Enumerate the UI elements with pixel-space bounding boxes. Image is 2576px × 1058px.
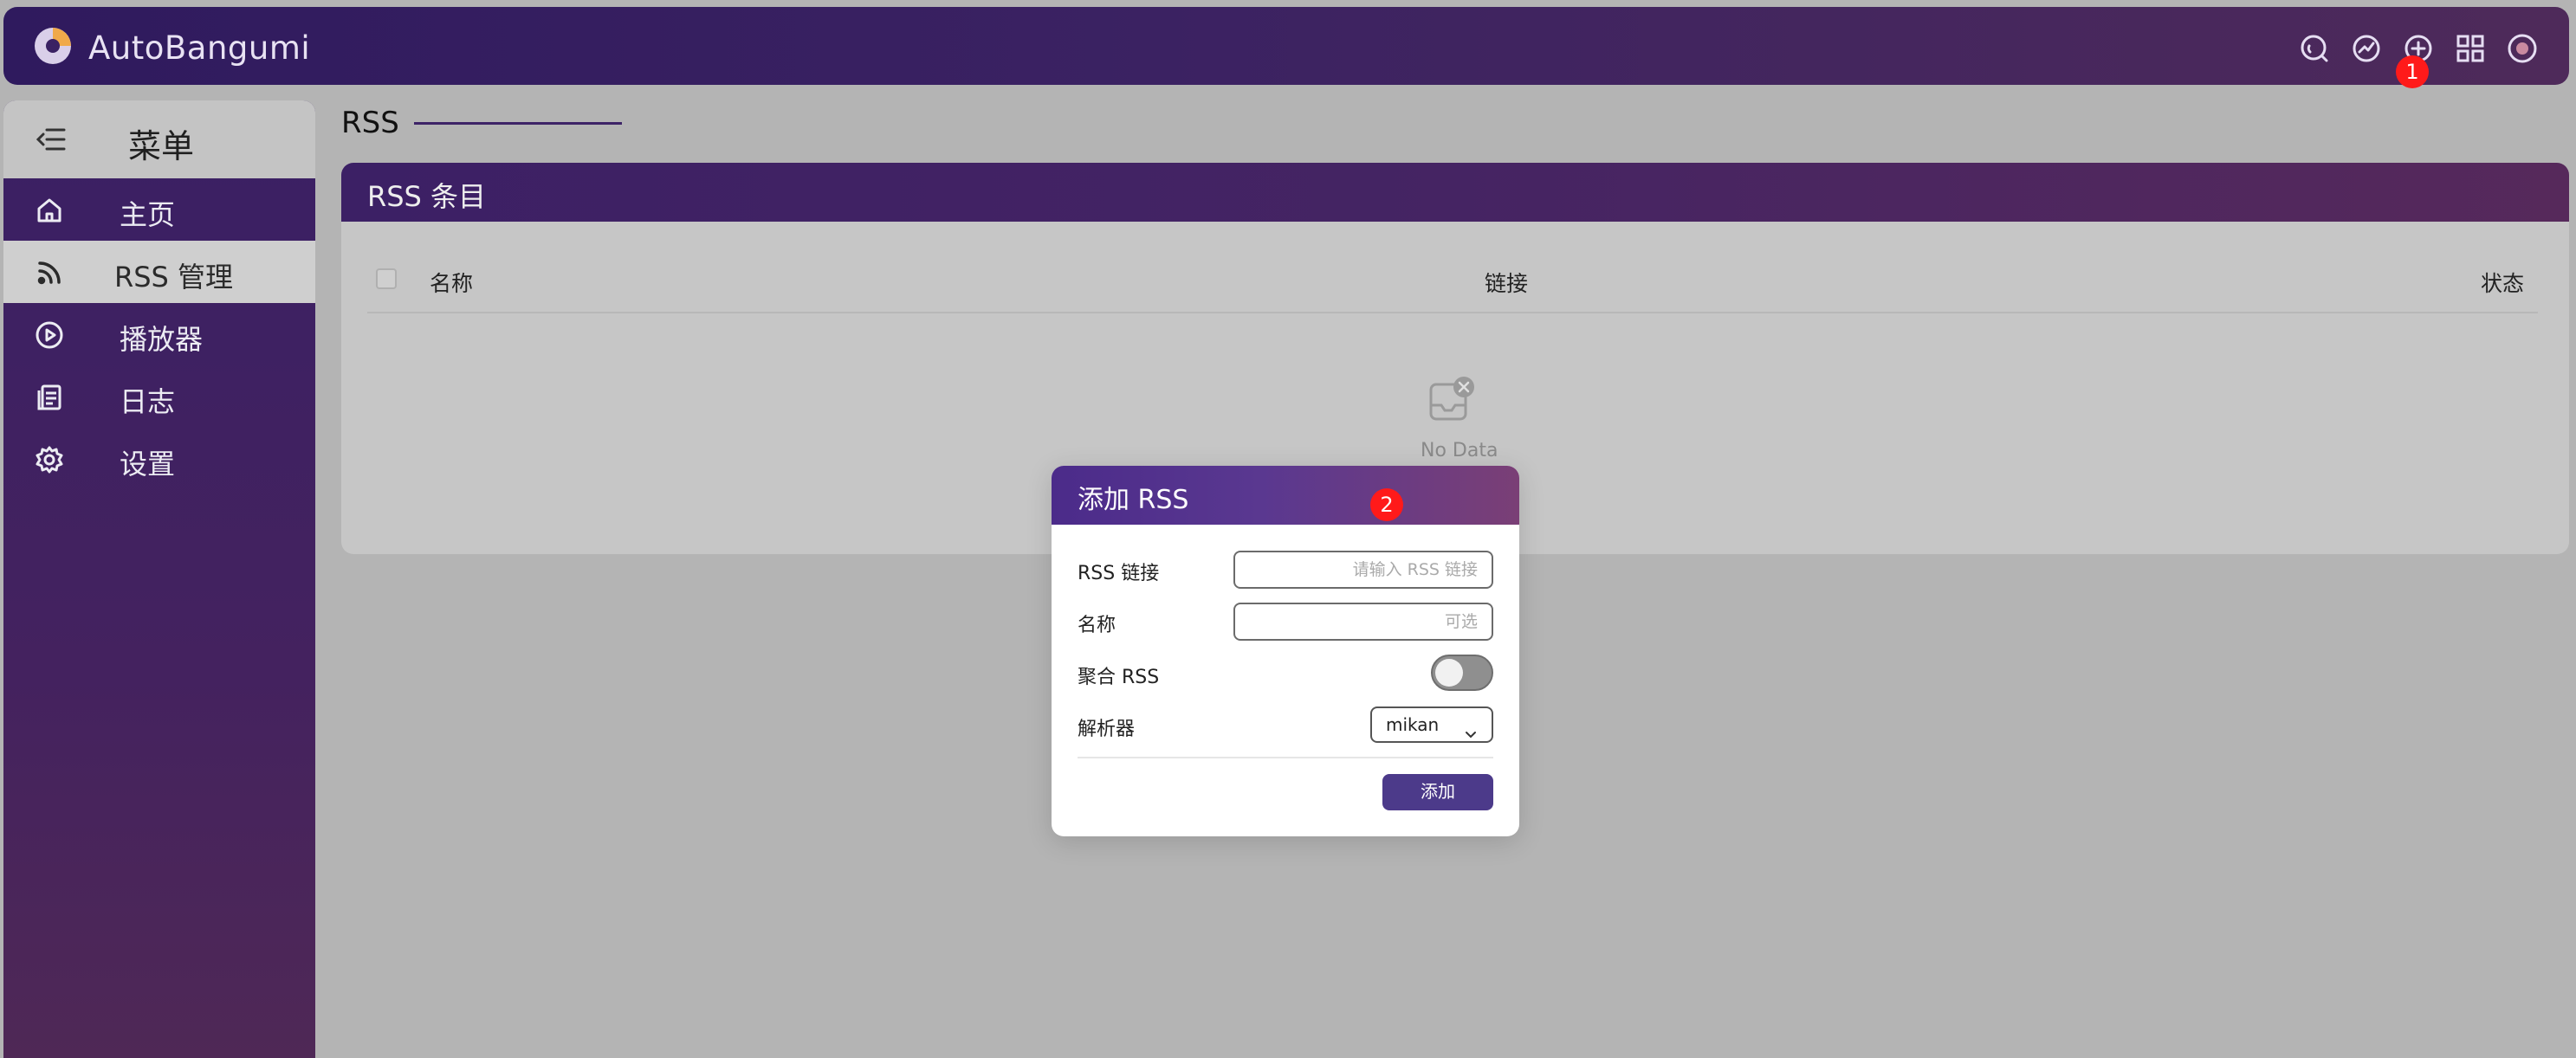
parser-row: 解析器 mikan [1078,706,1493,750]
parser-value: mikan [1386,714,1440,735]
sidebar-item-log[interactable]: 日志 [3,365,315,428]
empty-text: No Data [1421,440,1498,461]
modal-divider [1078,757,1493,758]
sidebar-item-label: RSS 管理 [114,261,234,294]
modal-header: 添加 RSS [1052,466,1519,525]
grid-icon[interactable] [2455,33,2486,64]
name-row: 名称 可选 [1078,603,1493,646]
select-all-checkbox[interactable] [376,268,397,289]
sidebar-item-label: 日志 [120,385,176,418]
log-icon [35,383,64,412]
column-link: 链接 [1485,271,1529,296]
sidebar-item-home[interactable]: 主页 [3,178,315,241]
play-icon [35,320,64,350]
search-icon[interactable] [2299,33,2330,64]
aggregate-toggle[interactable] [1431,655,1493,691]
brand-name: AutoBangumi [88,29,311,67]
gear-icon [35,445,64,474]
column-status: 状态 [2481,271,2525,296]
column-name: 名称 [430,271,474,296]
empty-inbox-icon [1427,376,1476,424]
parser-select[interactable]: mikan [1370,706,1493,743]
step-badge-2: 2 [1370,488,1403,521]
add-button[interactable]: 添加 [1382,774,1493,810]
modal-title: 添加 RSS [1078,485,1189,515]
rss-link-label: RSS 链接 [1078,563,1160,584]
menu-title: 菜单 [128,127,195,165]
sidebar: 菜单 主页 RSS 管理 播放器 日志 设置 [3,100,315,1058]
sidebar-item-label: 播放器 [120,323,204,356]
title-underline [414,122,622,125]
menu-header: 菜单 [3,100,315,178]
rss-link-input[interactable]: 请输入 RSS 链接 [1233,551,1493,589]
sidebar-item-label: 主页 [120,198,176,231]
name-label: 名称 [1078,615,1116,636]
step-badge-1: 1 [2396,55,2429,88]
sidebar-item-label: 设置 [120,448,176,481]
sidebar-item-settings[interactable]: 设置 [3,428,315,490]
chevron-down-icon [1464,719,1478,739]
app-window: AutoBangumi 1 菜单 主页 RSS 管理 播放器 日志 设置 RSS… [0,0,2576,1058]
compass-icon[interactable] [2351,33,2382,64]
rss-icon [35,258,64,287]
record-icon[interactable] [2507,33,2538,64]
rss-link-row: RSS 链接 请输入 RSS 链接 [1078,551,1493,594]
card-header: RSS 条目 [341,163,2569,222]
page-title: RSS [341,106,399,140]
card-title: RSS 条目 [367,180,487,213]
table-header: 名称 链接 状态 [367,258,2538,313]
add-rss-modal: 添加 RSS RSS 链接 请输入 RSS 链接 名称 可选 聚合 RSS 解析… [1052,466,1519,836]
collapse-menu-icon[interactable] [36,126,66,152]
top-bar: AutoBangumi [3,7,2569,85]
aggregate-label: 聚合 RSS [1078,667,1160,688]
aggregate-row: 聚合 RSS [1078,655,1493,698]
home-icon [35,196,64,225]
sidebar-item-player[interactable]: 播放器 [3,303,315,365]
logo-icon [35,28,71,64]
sidebar-item-rss[interactable]: RSS 管理 [3,241,315,303]
name-input[interactable]: 可选 [1233,603,1493,641]
parser-label: 解析器 [1078,719,1136,740]
